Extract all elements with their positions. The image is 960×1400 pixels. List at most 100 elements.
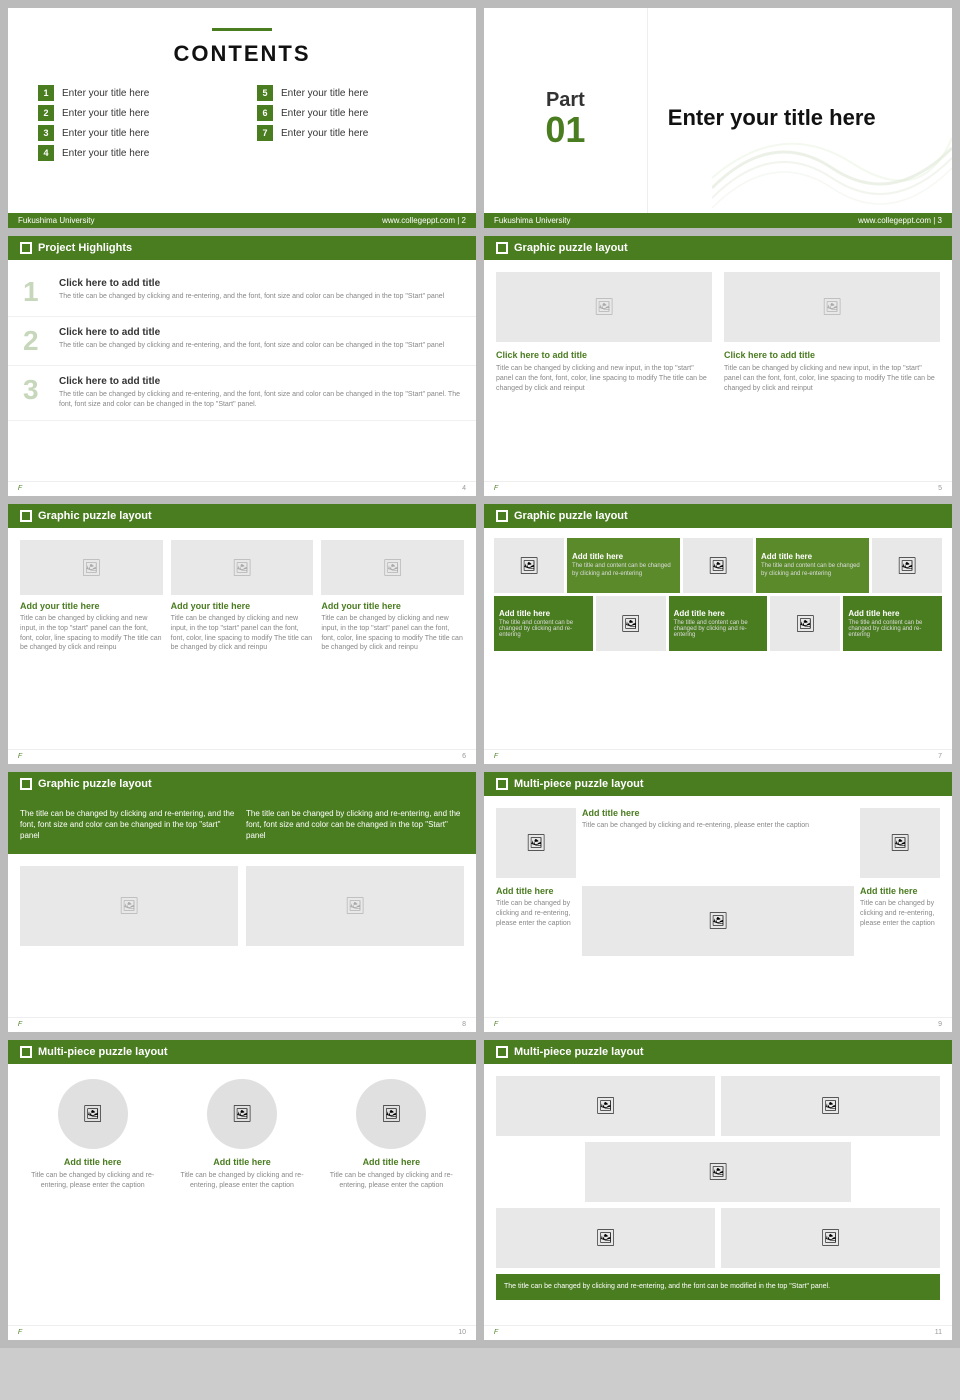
image-placeholder: 🖼 xyxy=(496,1208,715,1268)
item-text: Enter your title here xyxy=(62,148,149,159)
footer-icon: 𝐹 xyxy=(18,1021,22,1029)
image-placeholder: 🖼 xyxy=(496,808,576,878)
puzzle3-item-2: 🖼 Add your title here Title can be chang… xyxy=(171,540,314,653)
contents-list: 1 Enter your title here 5 Enter your tit… xyxy=(38,85,446,161)
tile-image: 🖼 xyxy=(872,538,942,593)
image-icon: 🖼 xyxy=(81,558,101,578)
image-icon: 🖼 xyxy=(822,297,842,317)
item-title: Add your title here xyxy=(171,601,314,611)
tile-image: 🖼 xyxy=(596,596,666,651)
image-icon: 🖼 xyxy=(795,614,815,634)
highlight-content: Click here to add title The title can be… xyxy=(59,327,444,351)
image-placeholder: 🖼 xyxy=(496,1076,715,1136)
image-icon: 🖼 xyxy=(383,558,403,578)
image-placeholder: 🖼 xyxy=(724,272,940,342)
tile-desc: The title and content can be changed by … xyxy=(848,620,937,638)
page-num: 4 xyxy=(462,485,466,493)
tile-desc: The title and content can be changed by … xyxy=(499,620,588,638)
multi-row-1: 🖼 Add title here Title can be changed by… xyxy=(496,808,940,878)
image-icon: 🖼 xyxy=(708,1162,728,1182)
image-icon: 🖼 xyxy=(526,833,546,853)
section-header: Multi-piece puzzle layout xyxy=(8,1040,476,1064)
multi-container: 🖼 Add title here Title can be changed by… xyxy=(484,796,952,976)
scattered-top-imgs: 🖼 🖼 xyxy=(496,1076,940,1136)
footer-right: www.collegeppt.com | 3 xyxy=(858,216,942,225)
circle-image: 🖼 xyxy=(207,1079,277,1149)
puzzle3-grid: 🖼 Add your title here Title can be chang… xyxy=(8,528,476,665)
item-num: 7 xyxy=(257,125,273,141)
tile-desc: The title and content can be changed by … xyxy=(761,563,864,579)
puzzle3-item-1: 🖼 Add your title here Title can be chang… xyxy=(20,540,163,653)
image-icon: 🖼 xyxy=(708,911,728,931)
footer-icon: 𝐹 xyxy=(494,1021,498,1029)
list-item: 6 Enter your title here xyxy=(257,105,446,121)
item-text: Enter your title here xyxy=(281,88,368,99)
puzzle2-item-1: 🖼 Click here to add title Title can be c… xyxy=(496,272,712,393)
slide-footer: Fukushima University www.collegeppt.com … xyxy=(484,213,952,228)
slide-circles: Multi-piece puzzle layout 🖼 Add title he… xyxy=(8,1040,476,1340)
item-title: Add title here xyxy=(213,1157,271,1167)
section-header: Graphic puzzle layout xyxy=(8,772,476,796)
tile-text: Add title here The title and content can… xyxy=(669,596,768,651)
image-placeholder: 🖼 xyxy=(246,866,464,946)
item-desc: Title can be changed by clicking and re-… xyxy=(23,1171,162,1191)
section-title: Multi-piece puzzle layout xyxy=(514,1046,644,1058)
circle-image: 🖼 xyxy=(356,1079,426,1149)
item-num: 5 xyxy=(257,85,273,101)
part-title: Enter your title here xyxy=(668,105,932,131)
item-title: Add your title here xyxy=(321,601,464,611)
item-num: 3 xyxy=(38,125,54,141)
footer-right: www.collegeppt.com | 2 xyxy=(382,216,466,225)
item-text: Enter your title here xyxy=(62,108,149,119)
slide-project-highlights: Project Highlights 1 Click here to add t… xyxy=(8,236,476,496)
slide-puzzle-green: Graphic puzzle layout The title can be c… xyxy=(8,772,476,1032)
highlight-num: 2 xyxy=(23,327,47,355)
image-icon: 🖼 xyxy=(708,556,728,576)
green-text-1: The title can be changed by clicking and… xyxy=(20,808,238,842)
item-text: Enter your title here xyxy=(62,88,149,99)
tile-title: Add title here xyxy=(674,609,763,618)
footer-left: Fukushima University xyxy=(18,216,94,225)
puzzle2-item-2: 🖼 Click here to add title Title can be c… xyxy=(724,272,940,393)
part-right: Enter your title here xyxy=(648,8,952,228)
scattered-bottom-imgs: 🖼 🖼 xyxy=(496,1208,940,1268)
checkbox-icon xyxy=(20,510,32,522)
item-title: Add title here xyxy=(582,808,854,818)
image-icon: 🖼 xyxy=(820,1228,840,1248)
image-icon: 🖼 xyxy=(621,614,641,634)
image-placeholder: 🖼 xyxy=(171,540,314,595)
tile-title: Add title here xyxy=(761,552,864,561)
image-icon: 🖼 xyxy=(381,1104,401,1124)
puzzle3-item-3: 🖼 Add your title here Title can be chang… xyxy=(321,540,464,653)
tiles-container: 🖼 Add title here The title and content c… xyxy=(484,528,952,661)
tile-text: Add title here The title and content can… xyxy=(494,596,593,651)
item-num: 2 xyxy=(38,105,54,121)
item-text: Enter your title here xyxy=(281,128,368,139)
checkbox-icon xyxy=(20,778,32,790)
tile-image: 🖼 xyxy=(770,596,840,651)
checkbox-icon xyxy=(496,242,508,254)
footer-left: Fukushima University xyxy=(494,216,570,225)
image-placeholder: 🖼 xyxy=(496,272,712,342)
tile-title: Add title here xyxy=(499,609,588,618)
slide-footer: 𝐹 9 xyxy=(484,1017,952,1032)
footer-icon: 𝐹 xyxy=(18,1329,22,1337)
highlight-item-3: 3 Click here to add title The title can … xyxy=(8,366,476,421)
slide-footer: 𝐹 5 xyxy=(484,481,952,496)
circle-item-3: 🖼 Add title here Title can be changed by… xyxy=(322,1079,461,1191)
highlight-content: Click here to add title The title can be… xyxy=(59,278,444,302)
image-placeholder: 🖼 xyxy=(20,540,163,595)
part-number: 01 xyxy=(545,112,585,148)
slide-puzzle-tiles: Graphic puzzle layout 🖼 Add title here T… xyxy=(484,504,952,764)
tile-text: Add title here The title and content can… xyxy=(843,596,942,651)
section-title: Graphic puzzle layout xyxy=(514,510,628,522)
highlight-desc: The title can be changed by clicking and… xyxy=(59,341,444,351)
slide-footer: Fukushima University www.collegeppt.com … xyxy=(8,213,476,228)
multi-text: Add title here Title can be changed by c… xyxy=(860,886,940,956)
highlight-item-1: 1 Click here to add title The title can … xyxy=(8,268,476,317)
image-placeholder: 🖼 xyxy=(721,1208,940,1268)
image-placeholder: 🖼 xyxy=(860,808,940,878)
item-text: Enter your title here xyxy=(62,128,149,139)
checkbox-icon xyxy=(496,778,508,790)
image-icon: 🖼 xyxy=(232,1104,252,1124)
